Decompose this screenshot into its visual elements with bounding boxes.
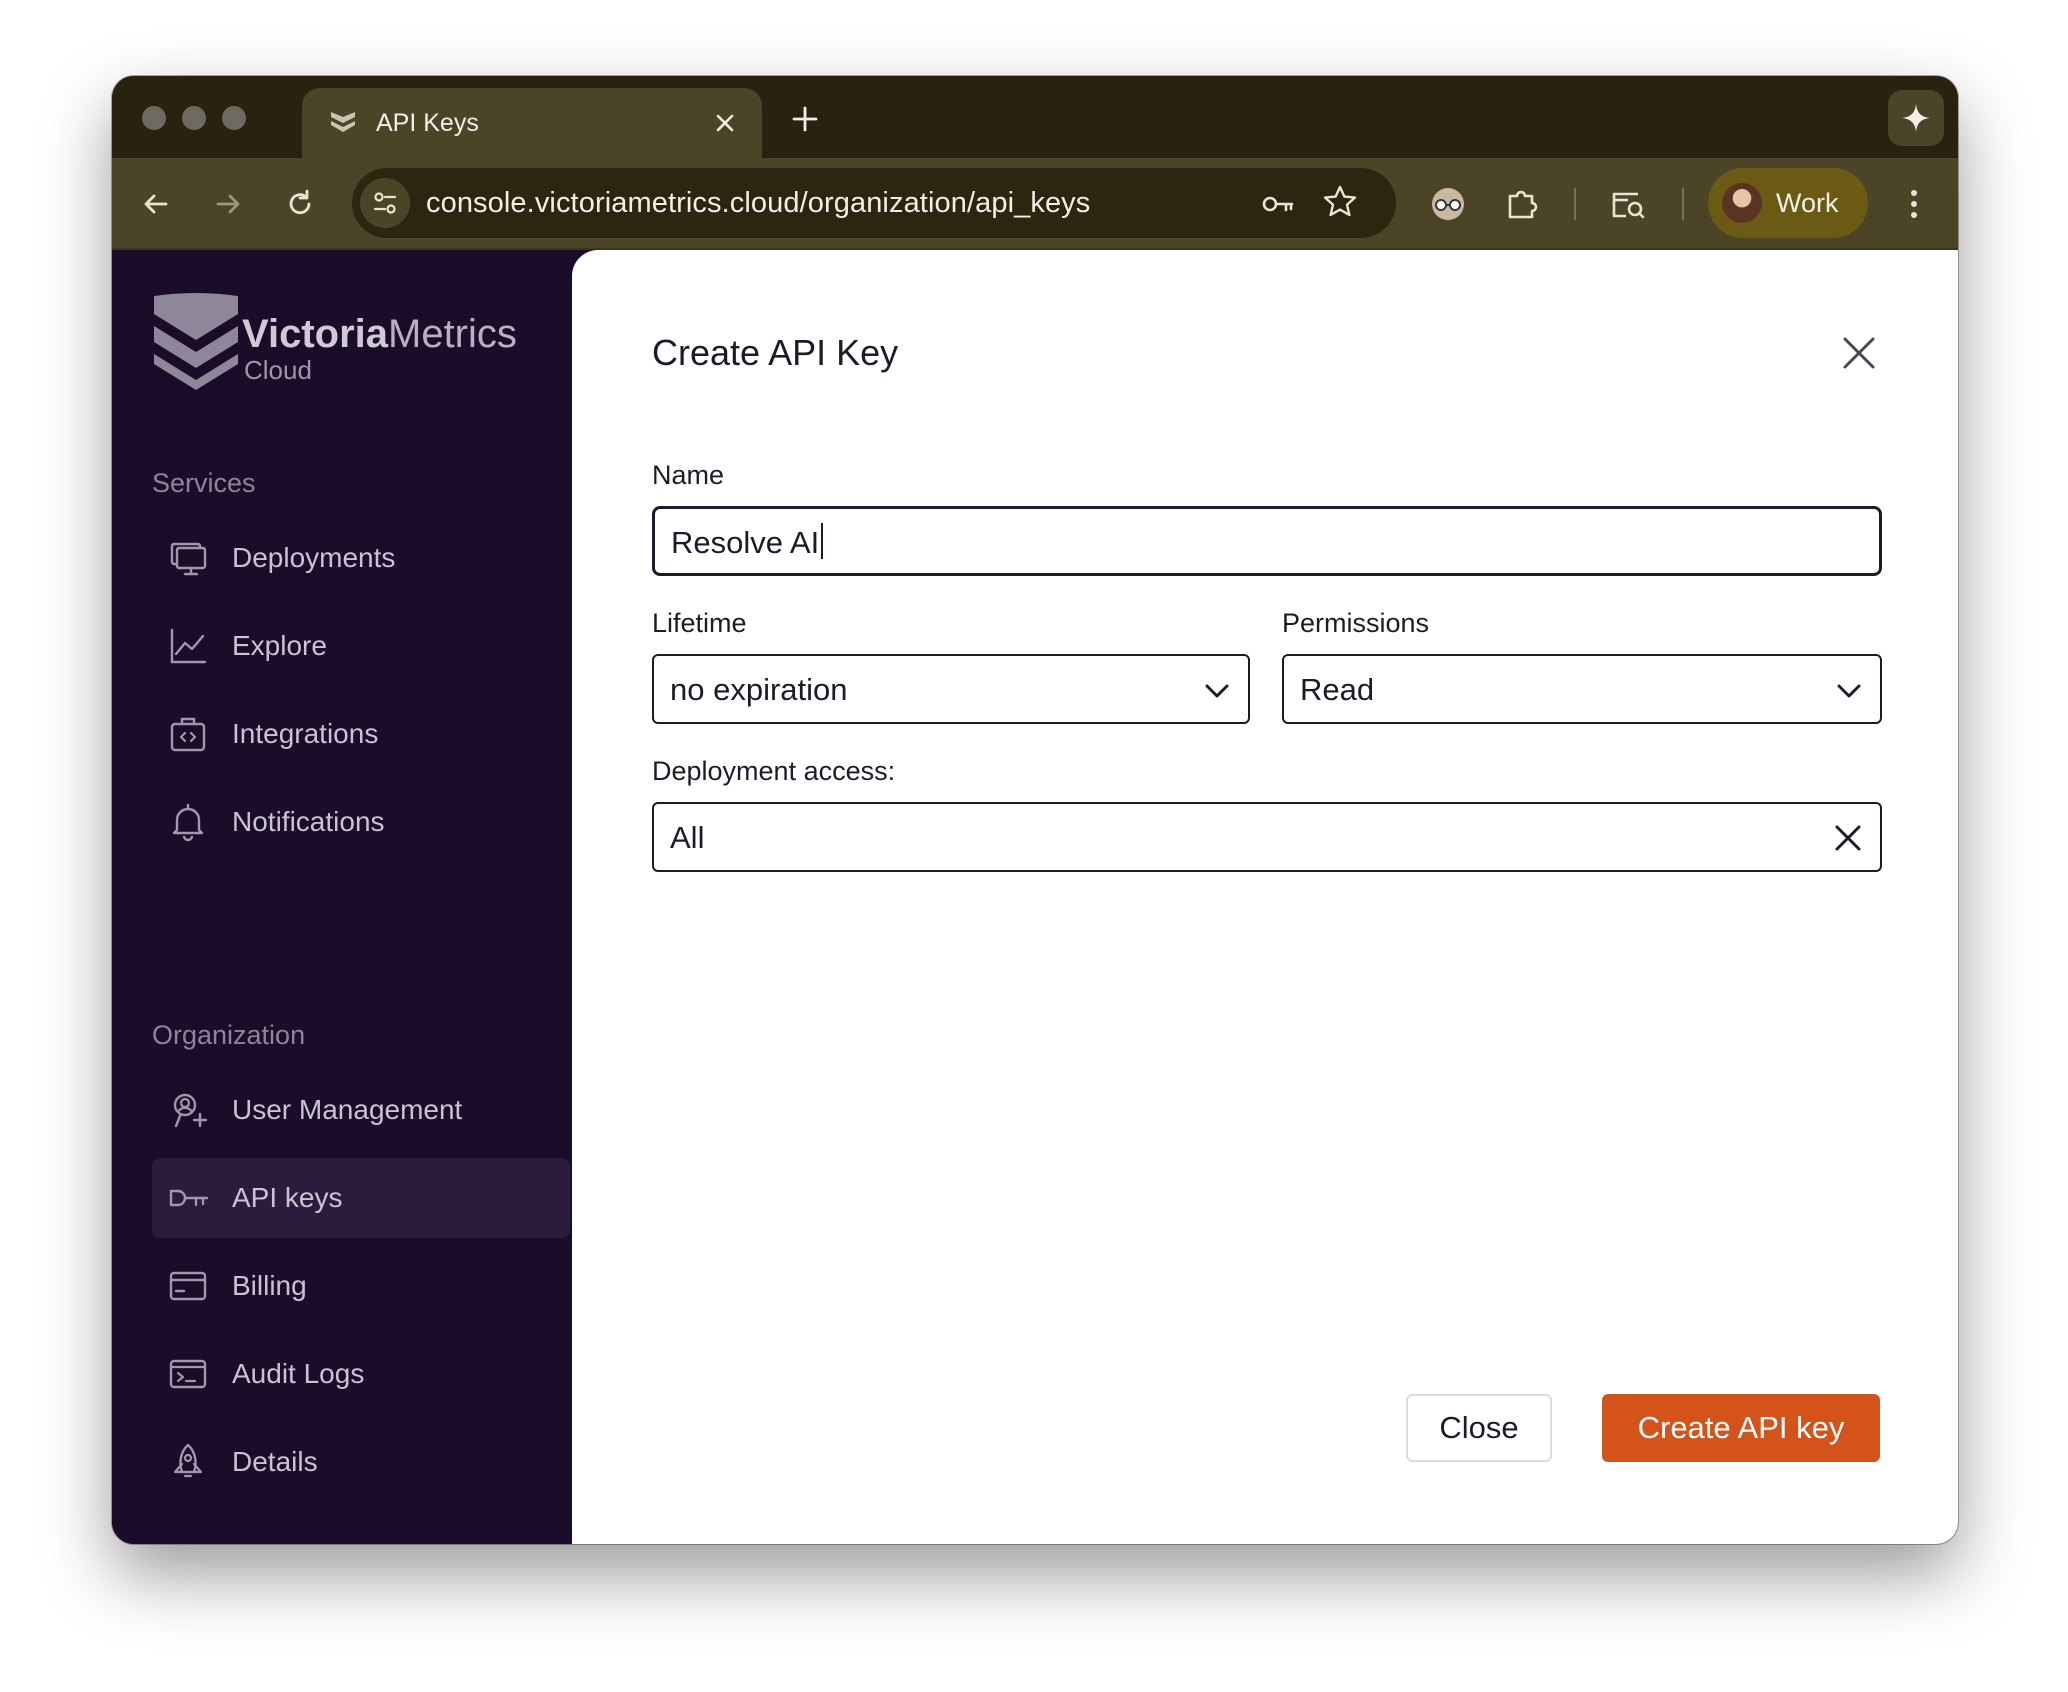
name-label: Name (652, 460, 725, 490)
card-icon (169, 1271, 207, 1301)
address-bar[interactable]: console.victoriametrics.cloud/organizati… (352, 168, 1396, 238)
permissions-value: Read (1300, 672, 1375, 707)
extensions-puzzle-icon[interactable] (1502, 184, 1542, 224)
permissions-label: Permissions (1282, 608, 1430, 638)
create-api-key-button[interactable]: Create API key (1602, 1394, 1880, 1462)
deployment-access-label: Deployment access: (652, 756, 896, 786)
minimize-window-dot[interactable] (182, 106, 206, 130)
browser-toolbar: console.victoriametrics.cloud/organizati… (112, 158, 1958, 250)
user-plus-icon (173, 1093, 208, 1128)
code-briefcase-icon (170, 717, 206, 752)
sidebar-item-billing[interactable]: Billing (152, 1246, 570, 1326)
sidebar-item-label: Deployments (232, 542, 396, 573)
sidebar-item-integrations[interactable]: Integrations (152, 694, 570, 774)
zoom-window-dot[interactable] (222, 106, 246, 130)
tab-strip: API Keys (112, 76, 1958, 158)
sidebar-item-label: Audit Logs (232, 1358, 365, 1389)
close-button[interactable]: Close (1406, 1394, 1552, 1462)
gemini-button[interactable] (1888, 90, 1944, 146)
deployment-access-value: All (670, 820, 705, 855)
logo-subtitle: Cloud (244, 355, 312, 385)
sidebar: VictoriaMetrics Cloud Services Deploymen… (112, 250, 572, 1544)
sidebar-item-label: Billing (232, 1270, 307, 1301)
clear-icon[interactable] (1832, 822, 1864, 854)
terminal-icon (169, 1359, 207, 1389)
victoriametrics-favicon-icon (331, 112, 355, 132)
services-section-label: Services (152, 468, 256, 498)
tune-icon (373, 192, 397, 214)
chevron-down-icon (1837, 684, 1861, 698)
bell-icon (172, 803, 204, 842)
create-api-key-dialog: Create API Key Name Resolve AI Lifetime … (572, 250, 1958, 1544)
line-chart-icon (170, 628, 207, 664)
close-tab-icon[interactable] (710, 108, 740, 138)
sidebar-item-label: Notifications (232, 806, 385, 837)
rocket-icon (173, 1443, 203, 1478)
password-key-icon[interactable] (1258, 184, 1298, 224)
sidebar-item-label: API keys (232, 1182, 343, 1213)
reload-icon[interactable] (280, 184, 320, 224)
chevron-down-icon (1205, 684, 1229, 698)
toolbar-separator (1682, 188, 1684, 220)
lifetime-select[interactable]: no expiration (652, 654, 1250, 724)
name-field[interactable]: Resolve AI (652, 506, 1882, 576)
url-text: console.victoriametrics.cloud/organizati… (426, 187, 1091, 219)
lifetime-value: no expiration (670, 672, 848, 707)
sidebar-item-details[interactable]: Details (152, 1422, 570, 1502)
key-icon (169, 1189, 208, 1207)
tab-search-icon[interactable] (1608, 184, 1648, 224)
site-info-button[interactable] (360, 178, 410, 228)
sidebar-item-explore[interactable]: Explore (152, 606, 570, 686)
sidebar-item-api-keys[interactable]: API keys (152, 1158, 570, 1238)
lifetime-label: Lifetime (652, 608, 747, 638)
sidebar-item-label: Explore (232, 630, 327, 661)
avatar (1722, 183, 1762, 223)
sidebar-item-label: Details (232, 1446, 318, 1477)
name-value: Resolve AI (671, 523, 824, 563)
close-window-dot[interactable] (142, 106, 166, 130)
organization-section-label: Organization (152, 1020, 306, 1050)
sidebar-item-label: Integrations (232, 718, 379, 749)
sidebar-item-deployments[interactable]: Deployments (152, 518, 570, 598)
browser-tab[interactable]: API Keys (302, 88, 762, 158)
close-icon[interactable] (1840, 334, 1878, 372)
browser-window: API Keys console.victoriametrics.cloud/o… (112, 76, 1958, 1544)
sidebar-item-user-management[interactable]: User Management (152, 1070, 570, 1150)
sidebar-item-label: User Management (232, 1094, 463, 1125)
profile-chip[interactable]: Work (1708, 168, 1868, 238)
permissions-select[interactable]: Read (1282, 654, 1882, 724)
profile-label: Work (1776, 188, 1839, 218)
forward-arrow-icon[interactable] (208, 184, 248, 224)
more-menu-icon[interactable] (1894, 184, 1934, 224)
sparkle-icon (1902, 104, 1930, 132)
extension-glasses-icon[interactable] (1428, 184, 1468, 224)
victoriametrics-logo-icon (154, 293, 238, 390)
toolbar-separator (1574, 188, 1576, 220)
monitor-icon (170, 542, 207, 576)
dialog-title: Create API Key (652, 332, 899, 373)
sidebar-item-audit-logs[interactable]: Audit Logs (152, 1334, 570, 1414)
back-arrow-icon[interactable] (136, 184, 176, 224)
tab-title: API Keys (376, 109, 479, 137)
new-tab-icon[interactable] (788, 102, 822, 136)
bookmark-star-icon[interactable] (1320, 182, 1360, 222)
deployment-access-select[interactable]: All (652, 802, 1882, 872)
sidebar-item-notifications[interactable]: Notifications (152, 782, 570, 862)
logo-wordmark: VictoriaMetrics (242, 312, 517, 356)
